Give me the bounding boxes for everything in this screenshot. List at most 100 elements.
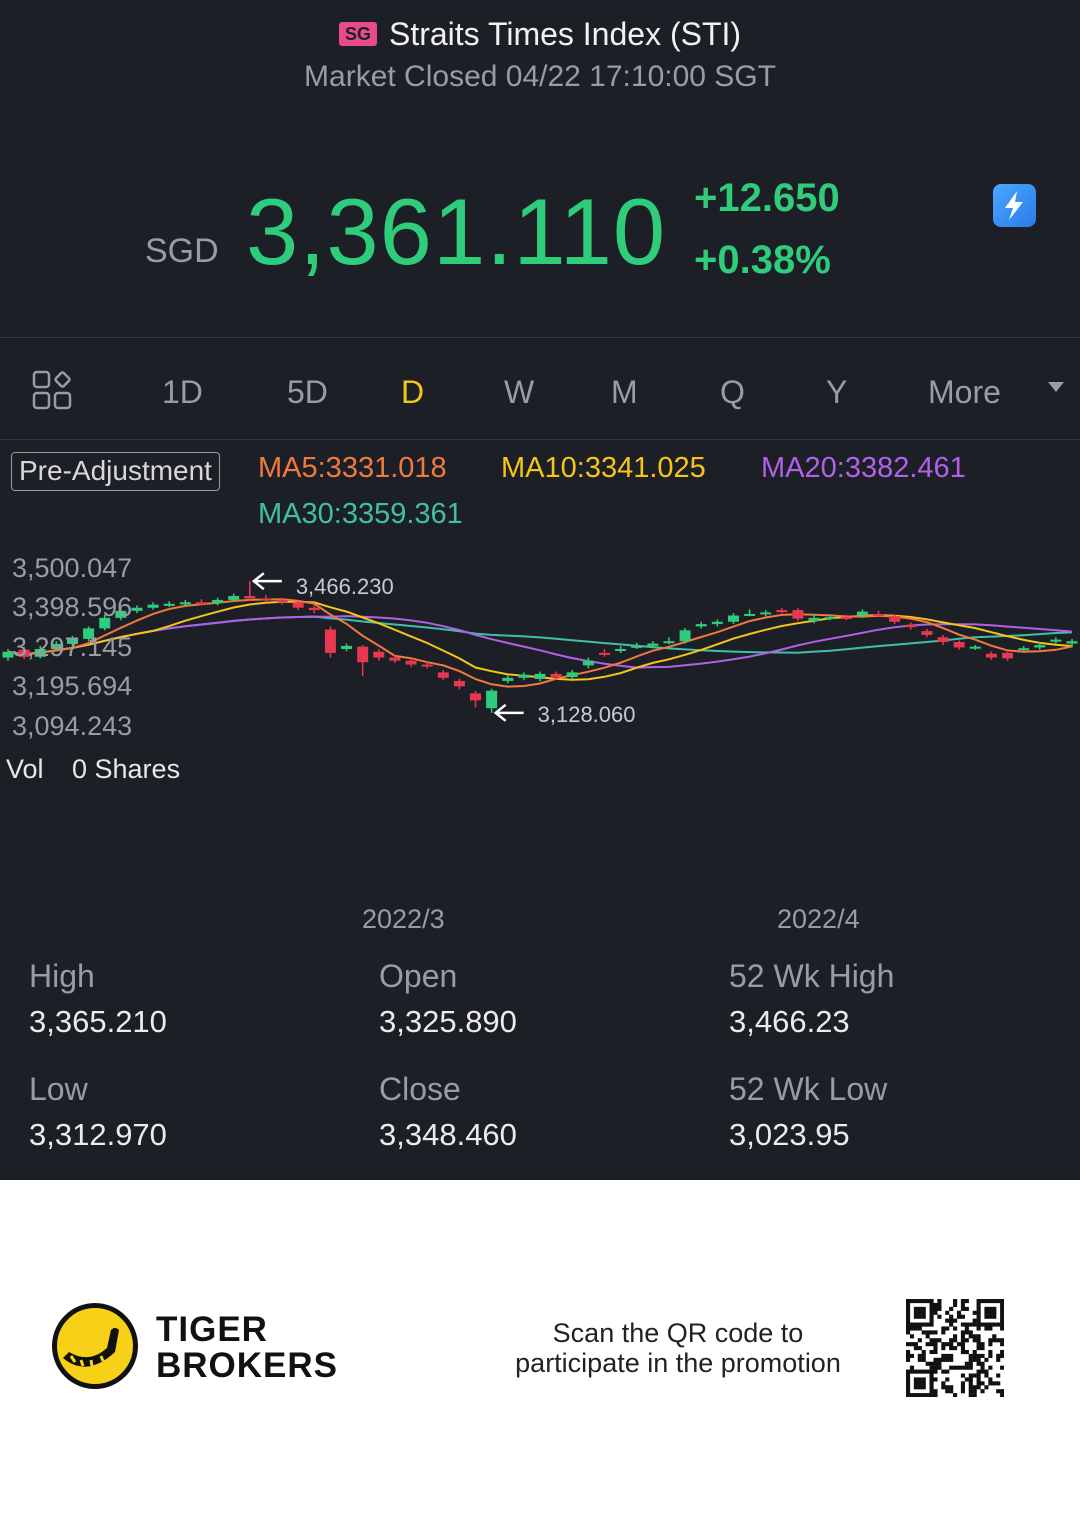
qr-module <box>1000 1365 1004 1370</box>
lightning-icon[interactable] <box>993 184 1036 227</box>
qr-module <box>996 1322 1001 1327</box>
qr-module <box>980 1346 985 1351</box>
candle <box>566 670 578 680</box>
qr-module <box>972 1349 977 1355</box>
qr-module <box>913 1381 918 1386</box>
qr-module <box>941 1385 946 1390</box>
candle-body <box>405 660 417 665</box>
qr-module <box>972 1310 977 1315</box>
pre-adjustment-toggle[interactable]: Pre-Adjustment <box>11 452 220 491</box>
qr-module <box>964 1338 969 1343</box>
tab-w[interactable]: W <box>504 372 534 412</box>
qr-module <box>976 1342 981 1347</box>
qr-module <box>929 1393 934 1397</box>
candle-body <box>212 599 224 604</box>
candle <box>953 640 965 650</box>
qr-module <box>980 1381 985 1386</box>
qr-module <box>933 1338 938 1343</box>
index-name: Straits Times Index (STI) <box>388 16 742 52</box>
qr-module <box>945 1318 950 1323</box>
qr-module <box>996 1353 1001 1358</box>
candle <box>631 642 643 650</box>
chevron-down-icon[interactable] <box>1048 382 1064 392</box>
qr-module <box>949 1322 954 1327</box>
qr-module <box>964 1365 969 1370</box>
qr-module <box>988 1310 993 1315</box>
qr-module <box>964 1349 969 1355</box>
qr-module <box>937 1306 942 1311</box>
qr-module <box>980 1299 985 1304</box>
candle <box>615 645 627 653</box>
candle-body <box>437 672 449 678</box>
qr-module <box>949 1318 954 1323</box>
qr-module <box>933 1346 938 1351</box>
candlestick-chart[interactable]: 3,466.230 3,128.060 <box>0 540 1080 780</box>
qr-module <box>917 1322 922 1327</box>
qr-module <box>992 1314 997 1319</box>
qr-module <box>996 1381 1001 1386</box>
tab-q[interactable]: Q <box>720 372 745 412</box>
qr-module <box>996 1373 1001 1378</box>
qr-module <box>968 1381 973 1386</box>
candle-body <box>389 657 401 661</box>
qr-module <box>1000 1318 1004 1323</box>
qr-module <box>953 1338 958 1343</box>
candle <box>985 651 997 660</box>
qr-code-icon[interactable] <box>906 1299 1004 1397</box>
qr-module <box>906 1322 911 1327</box>
qr-module <box>956 1365 962 1370</box>
qr-module <box>964 1322 969 1327</box>
candle-body <box>744 613 756 616</box>
qr-module <box>1000 1306 1004 1311</box>
candle <box>727 613 739 625</box>
tab-5d[interactable]: 5D <box>287 372 328 412</box>
qr-module <box>992 1310 997 1315</box>
tab-more[interactable]: More <box>928 372 1001 412</box>
candle-body <box>856 611 868 616</box>
qr-module <box>937 1357 942 1362</box>
candle-body <box>195 602 207 605</box>
candle-body <box>357 646 369 663</box>
qr-module <box>972 1353 977 1358</box>
candle <box>341 643 353 652</box>
candle-body <box>179 602 191 605</box>
qr-module <box>917 1385 922 1390</box>
candle <box>969 645 981 650</box>
qr-module <box>960 1306 965 1311</box>
qr-module <box>953 1365 958 1370</box>
qr-module <box>913 1326 918 1331</box>
qr-module <box>972 1338 977 1343</box>
tab-d[interactable]: D <box>401 372 424 412</box>
qr-module <box>949 1306 954 1311</box>
qr-module <box>1000 1389 1004 1394</box>
candle-body <box>470 693 482 701</box>
stat-close-label: Close <box>379 1071 461 1107</box>
qr-module <box>984 1357 989 1362</box>
stat-high-label: High <box>29 958 95 994</box>
candle <box>921 628 933 638</box>
qr-module <box>960 1349 965 1355</box>
qr-module <box>917 1381 922 1386</box>
qr-module <box>917 1377 922 1382</box>
qr-module <box>996 1357 1001 1362</box>
qr-module <box>941 1369 946 1374</box>
candle <box>760 610 772 617</box>
qr-module <box>913 1299 918 1304</box>
tab-m[interactable]: M <box>611 372 638 412</box>
tab-y[interactable]: Y <box>826 372 847 412</box>
qr-module <box>953 1326 958 1331</box>
candle-body <box>824 617 836 620</box>
qr-module <box>933 1369 938 1374</box>
qr-module <box>929 1365 934 1370</box>
tab-1d[interactable]: 1D <box>162 372 203 412</box>
candle <box>502 675 514 684</box>
qr-module <box>953 1393 958 1397</box>
qr-module <box>921 1306 926 1311</box>
qr-module <box>984 1322 989 1327</box>
low-annotation-label: 3,128.060 <box>538 702 636 727</box>
qr-module <box>929 1330 934 1335</box>
x-axis-tick: 2022/3 <box>362 904 445 934</box>
qr-module <box>929 1342 934 1347</box>
qr-module <box>980 1365 985 1370</box>
qr-module <box>968 1334 973 1339</box>
